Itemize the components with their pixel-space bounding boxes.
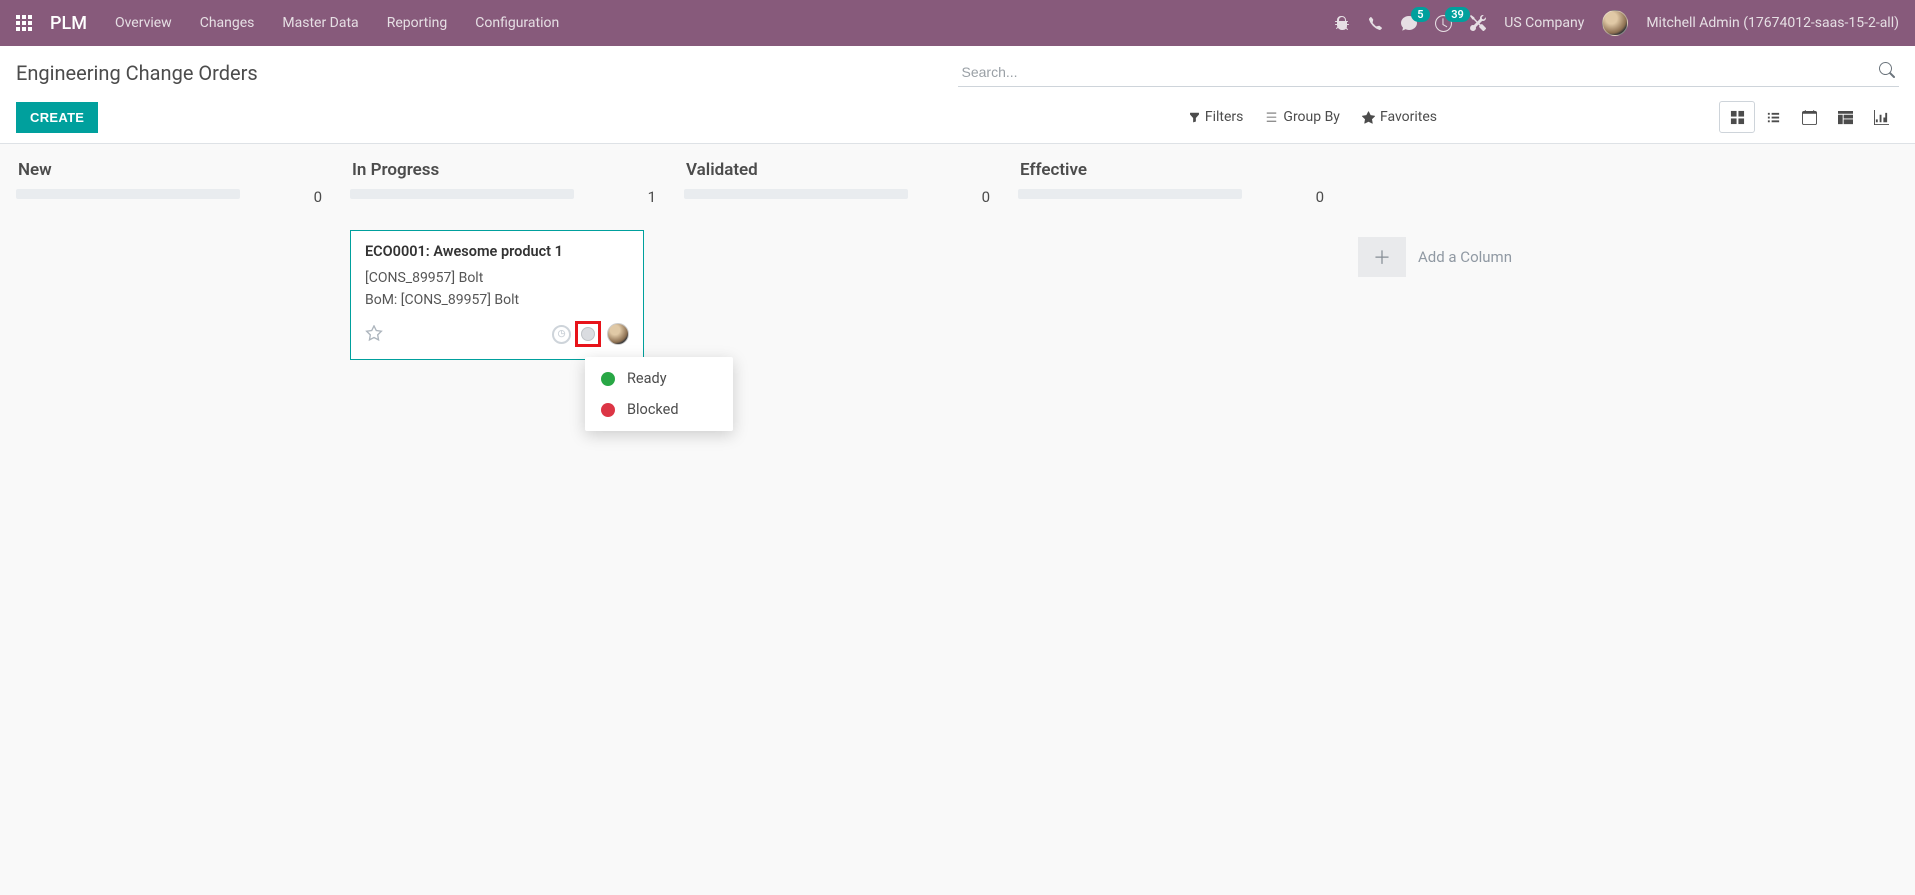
breadcrumb: Engineering Change Orders: [16, 61, 258, 85]
status-dot-normal-icon: [581, 327, 595, 341]
column-count: 0: [1316, 188, 1352, 206]
funnel-icon: [1189, 112, 1200, 123]
phone-icon[interactable]: [1368, 16, 1383, 31]
column-count: 1: [648, 188, 684, 206]
list-icon: [1265, 111, 1278, 124]
groupby-label: Group By: [1283, 109, 1340, 125]
apps-icon[interactable]: [16, 15, 34, 31]
navbar-right: 5 39 US Company Mitchell Admin (17674012…: [1334, 10, 1899, 36]
column-validated[interactable]: Validated 0: [684, 152, 1018, 362]
user-menu[interactable]: Mitchell Admin (17674012-saas-15-2-all): [1646, 15, 1899, 31]
debug-icon[interactable]: [1334, 15, 1350, 31]
list-view-icon: [1766, 110, 1781, 125]
column-count: 0: [314, 188, 350, 206]
favorites-button[interactable]: Favorites: [1362, 109, 1437, 125]
star-outline-icon: [365, 325, 383, 343]
kanban-state-dropdown: Ready Blocked: [585, 357, 733, 431]
kanban-card[interactable]: ECO0001: Awesome product 1 [CONS_89957] …: [350, 230, 644, 360]
search-icon[interactable]: [1879, 62, 1895, 78]
column-new[interactable]: New 0: [16, 152, 350, 362]
company-switcher[interactable]: US Company: [1504, 15, 1584, 31]
dot-green-icon: [601, 372, 615, 386]
menu-changes[interactable]: Changes: [200, 15, 255, 31]
graph-icon: [1874, 110, 1889, 125]
card-bom: BoM: [CONS_89957] Bolt: [365, 290, 629, 312]
menu-overview[interactable]: Overview: [115, 15, 172, 31]
column-title: Validated: [686, 160, 758, 180]
main-navbar: PLM Overview Changes Master Data Reporti…: [0, 0, 1915, 46]
kanban-board: New 0 In Progress 1 ECO0001: Awesome pro…: [0, 144, 1915, 370]
star-icon: [1362, 111, 1375, 124]
activities-badge: 39: [1445, 7, 1470, 22]
priority-star[interactable]: [365, 325, 383, 343]
favorites-label: Favorites: [1380, 109, 1437, 125]
column-effective[interactable]: Effective 0: [1018, 152, 1352, 362]
column-progress-bar: [684, 189, 908, 199]
card-right-controls: ◷ Ready Blocked: [552, 321, 629, 347]
card-title: ECO0001: Awesome product 1: [365, 243, 629, 260]
column-in-progress[interactable]: In Progress 1 ECO0001: Awesome product 1…: [350, 152, 684, 362]
filters-label: Filters: [1205, 109, 1244, 125]
user-avatar[interactable]: [1602, 10, 1628, 36]
main-menu: Overview Changes Master Data Reporting C…: [115, 15, 559, 31]
plus-icon: ＋: [1358, 237, 1406, 277]
groupby-button[interactable]: Group By: [1265, 109, 1340, 125]
assignee-avatar[interactable]: [607, 323, 629, 345]
view-switcher: [1719, 101, 1899, 133]
kanban-icon: [1730, 110, 1745, 125]
app-brand[interactable]: PLM: [50, 13, 87, 34]
activities-icon[interactable]: 39: [1435, 15, 1452, 32]
menu-reporting[interactable]: Reporting: [387, 15, 448, 31]
view-kanban-button[interactable]: [1719, 101, 1755, 133]
calendar-icon: [1802, 110, 1817, 125]
filters-button[interactable]: Filters: [1189, 109, 1244, 125]
messages-badge: 5: [1411, 7, 1429, 22]
state-ready-label: Ready: [627, 370, 667, 387]
kanban-state-toggle[interactable]: [575, 321, 601, 347]
column-progress-bar: [1018, 189, 1242, 199]
view-pivot-button[interactable]: [1827, 101, 1863, 133]
menu-master-data[interactable]: Master Data: [282, 15, 358, 31]
column-progress-bar: [16, 189, 240, 199]
search-input[interactable]: [958, 58, 1900, 87]
column-title: In Progress: [352, 160, 439, 180]
create-button[interactable]: CREATE: [16, 102, 98, 133]
search-wrap: [958, 58, 1900, 87]
state-option-ready[interactable]: Ready: [585, 363, 733, 394]
menu-configuration[interactable]: Configuration: [475, 15, 559, 31]
state-option-blocked[interactable]: Blocked: [585, 394, 733, 425]
column-title: Effective: [1020, 160, 1087, 180]
column-count: 0: [982, 188, 1018, 206]
messages-icon[interactable]: 5: [1401, 15, 1417, 31]
card-product: [CONS_89957] Bolt: [365, 268, 629, 290]
pivot-icon: [1838, 110, 1853, 125]
column-progress-bar: [350, 189, 574, 199]
state-blocked-label: Blocked: [627, 401, 679, 418]
add-column-label: Add a Column: [1418, 248, 1512, 266]
activity-indicator-icon[interactable]: ◷: [552, 325, 571, 344]
view-list-button[interactable]: [1755, 101, 1791, 133]
view-calendar-button[interactable]: [1791, 101, 1827, 133]
column-title: New: [18, 160, 52, 180]
dot-red-icon: [601, 403, 615, 417]
control-panel: Engineering Change Orders CREATE Filters…: [0, 46, 1915, 144]
tools-icon[interactable]: [1470, 15, 1486, 31]
view-graph-button[interactable]: [1863, 101, 1899, 133]
add-column-button[interactable]: ＋ Add a Column: [1352, 152, 1518, 362]
